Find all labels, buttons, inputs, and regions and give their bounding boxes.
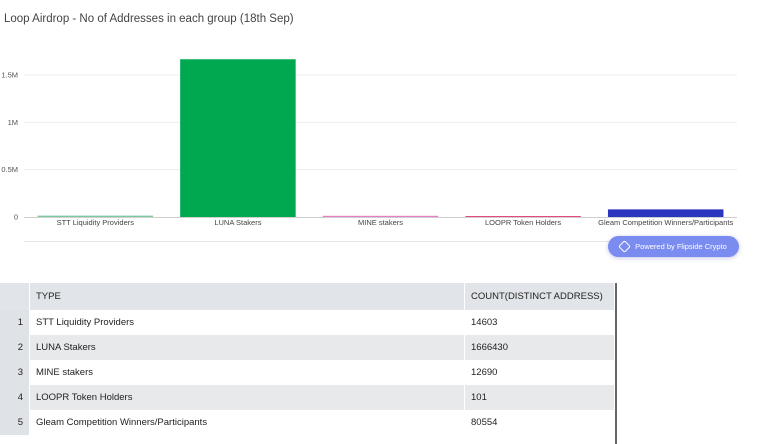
column-header-type[interactable]: TYPE — [29, 283, 465, 310]
results-table-container: TYPE COUNT(DISTINCT ADDRESS) 1 STT Liqui… — [0, 283, 617, 444]
y-tick-label: 1.5M — [1, 71, 18, 80]
results-table: TYPE COUNT(DISTINCT ADDRESS) 1 STT Liqui… — [0, 283, 615, 435]
x-tick-label: LUNA Stakers — [214, 218, 261, 227]
bar — [322, 215, 439, 217]
count-cell: 12690 — [464, 360, 615, 385]
table-header-row: TYPE COUNT(DISTINCT ADDRESS) — [0, 283, 615, 310]
chart-title: Loop Airdrop - No of Addresses in each g… — [4, 13, 294, 25]
table-row: 2 LUNA Stakers 1666430 — [0, 335, 615, 360]
flipside-logo-icon — [618, 240, 632, 253]
y-tick-label: 0 — [14, 213, 18, 222]
type-cell: Gleam Competition Winners/Participants — [29, 410, 465, 435]
count-cell: 80554 — [464, 410, 615, 435]
x-tick-label: LOOPR Token Holders — [485, 218, 561, 227]
bar — [607, 209, 724, 217]
row-index: 3 — [0, 360, 30, 385]
count-cell: 14603 — [464, 310, 615, 335]
y-tick-label: 1M — [8, 118, 18, 127]
type-cell: STT Liquidity Providers — [29, 310, 465, 335]
bar — [180, 59, 296, 217]
row-index-header — [0, 283, 30, 310]
dashboard-panel: 0 0.5M 1M 1.5M STT Liquidity Providers LUNA S… — [0, 0, 764, 444]
x-tick-label: MINE stakers — [358, 218, 403, 227]
x-tick-label: STT Liquidity Providers — [57, 218, 135, 227]
count-cell: 101 — [464, 385, 615, 410]
type-cell: MINE stakers — [29, 360, 465, 385]
powered-by-badge[interactable]: Powered by Flipside Crypto — [608, 236, 739, 257]
x-tick-label: Gleam Competition Winners/Participants — [598, 218, 733, 227]
type-cell: LOOPR Token Holders — [29, 385, 465, 410]
powered-by-label: Powered by Flipside Crypto — [635, 242, 727, 251]
chart-gridlines — [24, 74, 737, 171]
column-header-count[interactable]: COUNT(DISTINCT ADDRESS) — [464, 283, 615, 310]
table-row: 5 Gleam Competition Winners/Participants… — [0, 410, 615, 435]
y-tick-label: 0.5M — [1, 165, 18, 174]
row-index: 2 — [0, 335, 30, 360]
type-cell: LUNA Stakers — [29, 335, 465, 360]
row-index: 1 — [0, 310, 30, 335]
table-row: 1 STT Liquidity Providers 14603 — [0, 310, 615, 335]
table-row: 3 MINE stakers 12690 — [0, 360, 615, 385]
row-index: 4 — [0, 385, 30, 410]
table-row: 4 LOOPR Token Holders 101 — [0, 385, 615, 410]
chart-bars — [37, 59, 724, 217]
bar — [37, 215, 154, 217]
row-index: 5 — [0, 410, 30, 435]
bar — [465, 216, 581, 217]
count-cell: 1666430 — [464, 335, 615, 360]
